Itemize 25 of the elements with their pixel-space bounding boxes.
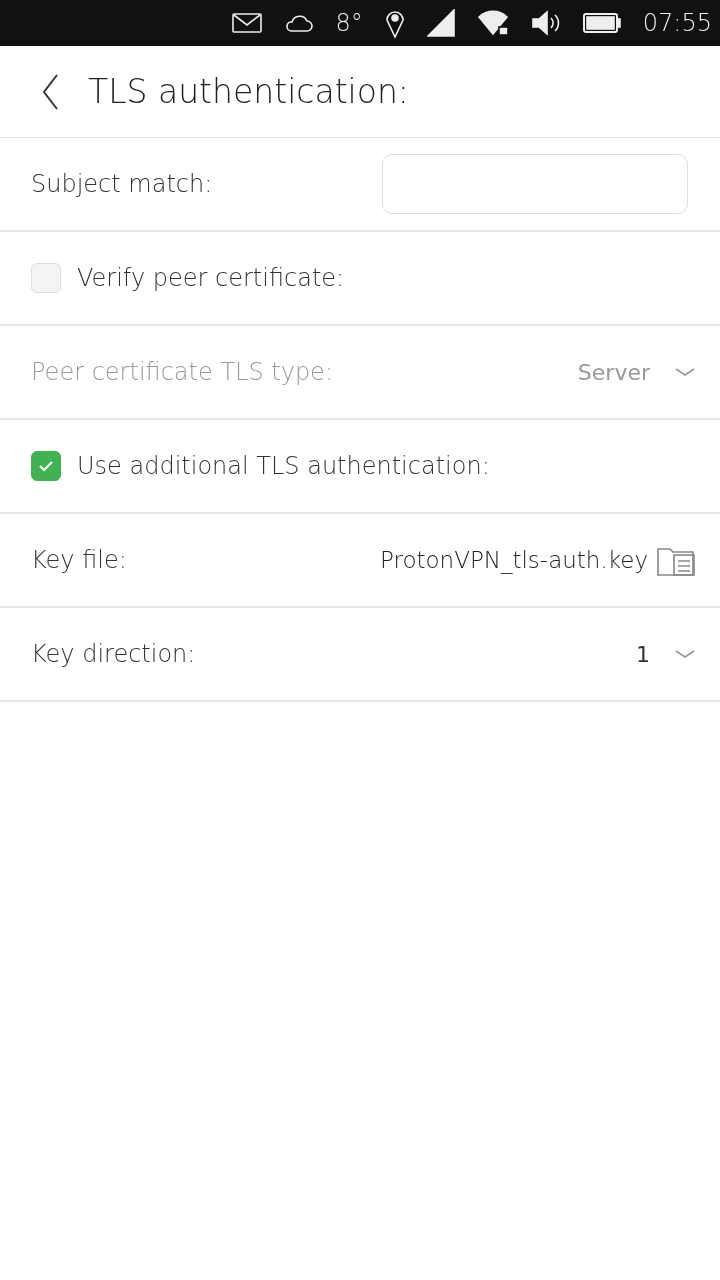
temperature-text: 8° (335, 8, 363, 39)
file-name: ProtonVPN_tls-auth.key (380, 545, 648, 576)
check-icon (38, 460, 54, 472)
location-pin-icon (384, 8, 405, 38)
wifi-icon (476, 10, 509, 36)
field-label: Key direction: (31, 639, 196, 670)
signal-icon (426, 9, 455, 37)
volume-icon (530, 10, 561, 36)
back-button[interactable] (40, 72, 60, 111)
field-label: Use additional TLS authentication: (77, 451, 490, 482)
mail-icon (231, 12, 262, 34)
input-field[interactable] (382, 154, 688, 214)
field-label: Peer certificate TLS type: (31, 357, 333, 388)
clock-text: 07:55 (642, 8, 712, 39)
field-label: Verify peer certificate: (77, 263, 345, 294)
page-title: TLS authentication: (88, 70, 409, 113)
battery-icon (582, 12, 621, 34)
field-label: Subject match: (31, 169, 213, 200)
dropdown[interactable]: 1 (636, 637, 696, 671)
back-icon (40, 72, 60, 111)
field-label: Key file: (31, 545, 127, 576)
cloud-icon (283, 12, 314, 34)
chevron-icon (674, 366, 696, 378)
chevron-icon (674, 648, 696, 660)
checkbox[interactable] (31, 451, 61, 481)
